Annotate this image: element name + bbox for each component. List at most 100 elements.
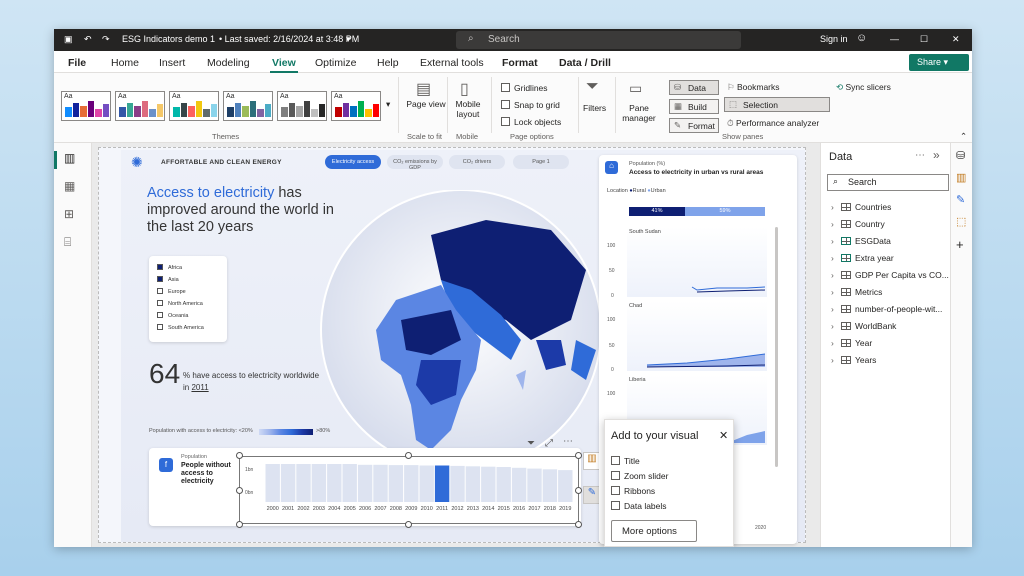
pane-manager-icon[interactable]: ▭ [629,80,642,97]
chad-line-chart[interactable] [627,339,767,369]
save-icon[interactable]: ▣ [64,34,73,45]
bookmarks-button[interactable]: ⚐ Bookmarks [727,82,780,93]
model-view-icon[interactable]: ⊞ [64,207,74,221]
close-icon[interactable]: ✕ [952,34,960,45]
theme-5[interactable]: Aa [277,91,327,121]
field-table-gdp[interactable]: › GDP Per Capita vs CO... [831,270,949,280]
more-icon[interactable]: ⋯ [915,150,925,161]
option-zoom-slider[interactable]: Zoom slider [611,471,668,481]
global-search[interactable]: ⌕ Search [456,31,741,49]
menu-optimize[interactable]: Optimize [315,57,356,69]
resize-handle[interactable] [236,521,243,528]
field-table-years[interactable]: › Years [831,355,876,365]
sign-in[interactable]: Sign in [820,34,848,44]
menu-modeling[interactable]: Modeling [207,57,250,69]
page-view-icon[interactable]: ▤ [416,79,431,99]
resize-handle[interactable] [575,487,582,494]
filter-icon[interactable]: ⏷ [527,438,535,449]
option-title[interactable]: Title [611,456,640,466]
option-ribbons[interactable]: Ribbons [611,486,655,496]
database-icon[interactable]: ⛁ [956,149,968,162]
legend-item[interactable]: Europe [157,288,186,295]
selection-icon[interactable]: ⬚ [956,215,968,228]
tab-page-1[interactable]: Page 1 [513,155,569,169]
more-options-button[interactable]: More options [611,520,697,542]
option-data-labels[interactable]: Data labels [611,501,667,511]
legend-item[interactable]: South America [157,324,204,331]
theme-3[interactable]: Aa [169,91,219,121]
chevron-down-icon[interactable]: ▾ [346,34,351,45]
table-view-icon[interactable]: ▦ [64,179,75,193]
theme-4[interactable]: Aa [223,91,273,121]
menu-help[interactable]: Help [377,57,399,69]
urban-share-bar[interactable]: 59% [685,207,765,216]
themes-dropdown-icon[interactable]: ▾ [386,99,390,110]
performance-analyzer-button[interactable]: ⏱ Performance analyzer [727,118,819,129]
theme-2[interactable]: Aa [115,91,165,121]
focus-mode-icon[interactable]: ⤢ [545,438,553,449]
rural-share-bar[interactable]: 41% [629,207,685,216]
account-icon[interactable]: ☺ [856,32,867,44]
resize-handle[interactable] [575,452,582,459]
minimize-icon[interactable]: — [890,34,899,44]
document-title[interactable]: ESG Indicators demo 1 [122,34,215,44]
report-view-icon[interactable]: ▥ [64,151,75,165]
scrollbar[interactable] [775,227,778,467]
format-pane-button[interactable]: ✎ Format [669,118,719,133]
field-table-country[interactable]: › Country [831,219,885,229]
data-pane-button[interactable]: ⛁ Data [669,80,719,95]
lock-checkbox[interactable]: Lock objects [501,117,561,127]
format-brush-icon[interactable]: ✎ [956,193,968,206]
build-visual-icon[interactable]: ▥ [956,171,968,184]
south-sudan-line-chart[interactable] [627,265,767,295]
data-search-input[interactable]: ⌕ Search [827,174,949,191]
mobile-layout-button[interactable]: Mobile layout [451,99,485,119]
tab-co2-drivers[interactable]: CO₂ drivers [449,155,505,169]
filter-icon[interactable]: ⏷ [586,78,599,96]
maximize-icon[interactable]: ☐ [920,34,928,45]
visual-selection-box[interactable] [239,456,579,524]
filters-button[interactable]: Filters [583,103,606,113]
add-pane-icon[interactable]: + [956,237,968,252]
legend-item[interactable]: Asia [157,276,179,283]
field-table-worldbank[interactable]: › WorldBank [831,321,896,331]
page-view-button[interactable]: Page view [406,99,446,109]
share-button[interactable]: Share ▾ [909,54,969,71]
more-options-icon[interactable]: ⋯ [563,436,573,447]
field-table-countries[interactable]: › Countries [831,202,891,212]
sync-slicers-button[interactable]: ⟲ Sync slicers [836,82,891,93]
tab-co2-emissions[interactable]: CO₂ emissions by GDP [387,155,443,171]
mobile-icon[interactable]: ▯ [460,79,469,99]
dax-query-icon[interactable]: ⌸ [64,235,71,250]
collapse-ribbon-icon[interactable]: ⌃ [960,131,967,142]
snap-checkbox[interactable]: Snap to grid [501,100,560,110]
tab-electricity-access[interactable]: Electricity access [325,155,381,169]
field-table-year[interactable]: › Year [831,338,872,348]
selection-pane-button[interactable]: ⬚ Selection [724,97,830,112]
legend-item[interactable]: Oceania [157,312,189,319]
field-table-number-of-people[interactable]: › number-of-people-wit... [831,304,942,314]
menu-home[interactable]: Home [111,57,139,69]
resize-handle[interactable] [405,521,412,528]
collapse-pane-icon[interactable]: » [933,148,940,162]
pane-manager-button[interactable]: Pane manager [617,103,661,123]
menu-insert[interactable]: Insert [159,57,185,69]
close-icon[interactable]: ✕ [719,429,728,442]
resize-handle[interactable] [405,452,412,459]
theme-1[interactable]: Aa [61,91,111,121]
resize-handle[interactable] [236,452,243,459]
resize-handle[interactable] [236,487,243,494]
menu-format[interactable]: Format [502,57,538,69]
menu-file[interactable]: File [68,57,86,69]
field-table-esgdata[interactable]: › ESGData [831,236,891,246]
theme-6[interactable]: Aa [331,91,381,121]
menu-external-tools[interactable]: External tools [420,57,484,69]
legend-item[interactable]: Africa [157,264,182,271]
field-table-metrics[interactable]: › Metrics [831,287,882,297]
undo-icon[interactable]: ↶ [84,34,92,45]
resize-handle[interactable] [575,521,582,528]
gridlines-checkbox[interactable]: Gridlines [501,83,548,93]
menu-data-drill[interactable]: Data / Drill [559,57,611,69]
redo-icon[interactable]: ↷ [102,34,110,45]
menu-view[interactable]: View [270,57,298,73]
